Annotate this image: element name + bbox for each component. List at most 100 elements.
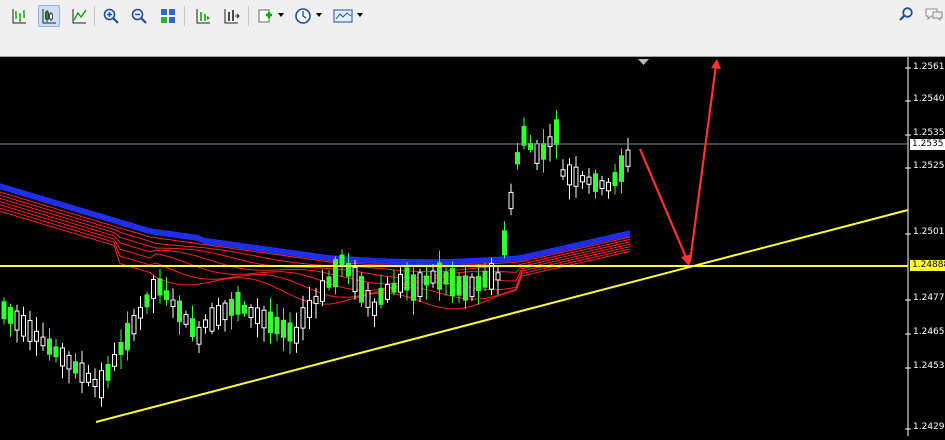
candle-body [560,169,566,177]
candle-body [404,267,410,291]
candle-body [339,254,345,266]
candle-body [612,172,618,186]
candle-body [47,338,52,355]
candlestick-icon[interactable] [38,5,60,27]
candle-body [138,306,143,319]
chat-icon[interactable] [924,6,944,26]
chevron-down-icon[interactable] [316,13,322,17]
axis-tick: 1.2535 [913,128,945,138]
candle-body [118,342,124,355]
bar-chart-icon[interactable] [8,5,30,27]
candle-body [1,301,7,320]
periods-clock-icon[interactable] [292,5,314,27]
candle-body [424,275,429,286]
candle-body [248,307,254,319]
candle-body [242,304,247,314]
candle-body [131,315,137,335]
candle-body [86,372,91,383]
candle-body [294,326,299,344]
price-chart[interactable]: 1.25610 1.2540 1.2535 1.25250 1.25010 1.… [0,57,945,436]
toolbar-separator [248,6,249,26]
candle-body [573,166,579,187]
candle-body [320,280,325,302]
candle-body [222,302,228,321]
candle-body [378,287,384,305]
ma-blue-line [0,183,631,261]
ma-blue-line [0,186,631,264]
candle-body [326,276,332,288]
candle-body [255,307,260,325]
candle-body [593,173,598,192]
chart-canvas[interactable] [0,57,945,436]
candle-body [398,273,403,293]
axis-tick: 1.24530 [913,361,945,371]
candle-body [456,276,462,296]
indicators-icon[interactable] [254,5,276,27]
chart-shift-marker[interactable] [638,59,649,65]
candle-body [8,307,13,324]
candle-body [372,301,377,316]
candle-body [482,270,488,288]
candle-body [554,119,559,145]
candle-body [274,317,280,335]
moving-averages-blue [0,183,631,266]
candle-body [73,361,78,374]
candle-body [40,336,46,347]
candle-body [235,291,241,315]
down-arrow[interactable] [638,148,690,263]
candle-body [515,152,520,165]
candle-body [313,295,319,304]
axis-tick: 1.24650 [913,327,945,337]
candle-body [53,346,59,358]
candle-body [534,143,540,164]
candle-body [489,263,494,290]
candle-body [599,180,605,189]
chart-shift-icon[interactable] [220,5,242,27]
candle-body [476,275,481,292]
candle-body [21,315,26,337]
candle-body [99,370,104,399]
chevron-down-icon[interactable] [278,13,284,17]
axis-tick: 1.24290 [913,422,945,432]
up-arrow[interactable] [688,64,718,263]
candle-body [170,299,176,307]
line-chart-icon[interactable] [68,5,90,27]
candle-body [203,319,208,328]
candle-body [385,284,390,300]
chevron-down-icon[interactable] [357,13,363,17]
forecast-arrows[interactable] [638,59,721,266]
auto-scroll-icon[interactable] [192,5,214,27]
candle-body [333,259,338,288]
templates-icon[interactable] [332,5,354,27]
timeframes-bar: 30 H1 H4 D1 W1 MN [0,32,945,87]
zoom-in-icon[interactable] [100,5,122,27]
axis-tick: 1.24770 [913,293,945,303]
candle-body [34,330,39,342]
level-price-label: 1.24888 [910,260,945,271]
candle-body [60,347,65,367]
candle-body [411,274,416,301]
candle-body [157,278,163,296]
candle-body [359,275,364,303]
tile-windows-icon[interactable] [157,5,179,27]
axis-tick: 1.2540 [913,94,945,104]
candle-body [268,311,273,334]
search-icon[interactable] [898,6,914,26]
axis-tick: 1.25250 [913,161,945,171]
candle-body [300,307,306,329]
candle-body [430,270,436,284]
candle-body [183,314,189,325]
candle-body [443,271,449,285]
candle-body [365,290,371,308]
candle-body [417,272,423,298]
candle-body [79,362,85,383]
zoom-out-icon[interactable] [128,5,150,27]
candle-body [567,164,572,186]
candle-body [508,191,514,210]
candle-body [547,136,553,148]
candle-body [92,379,98,387]
candle-body [391,282,397,293]
candle-body [586,176,592,185]
toolbar-separator [94,6,95,26]
candle-body [177,300,182,323]
